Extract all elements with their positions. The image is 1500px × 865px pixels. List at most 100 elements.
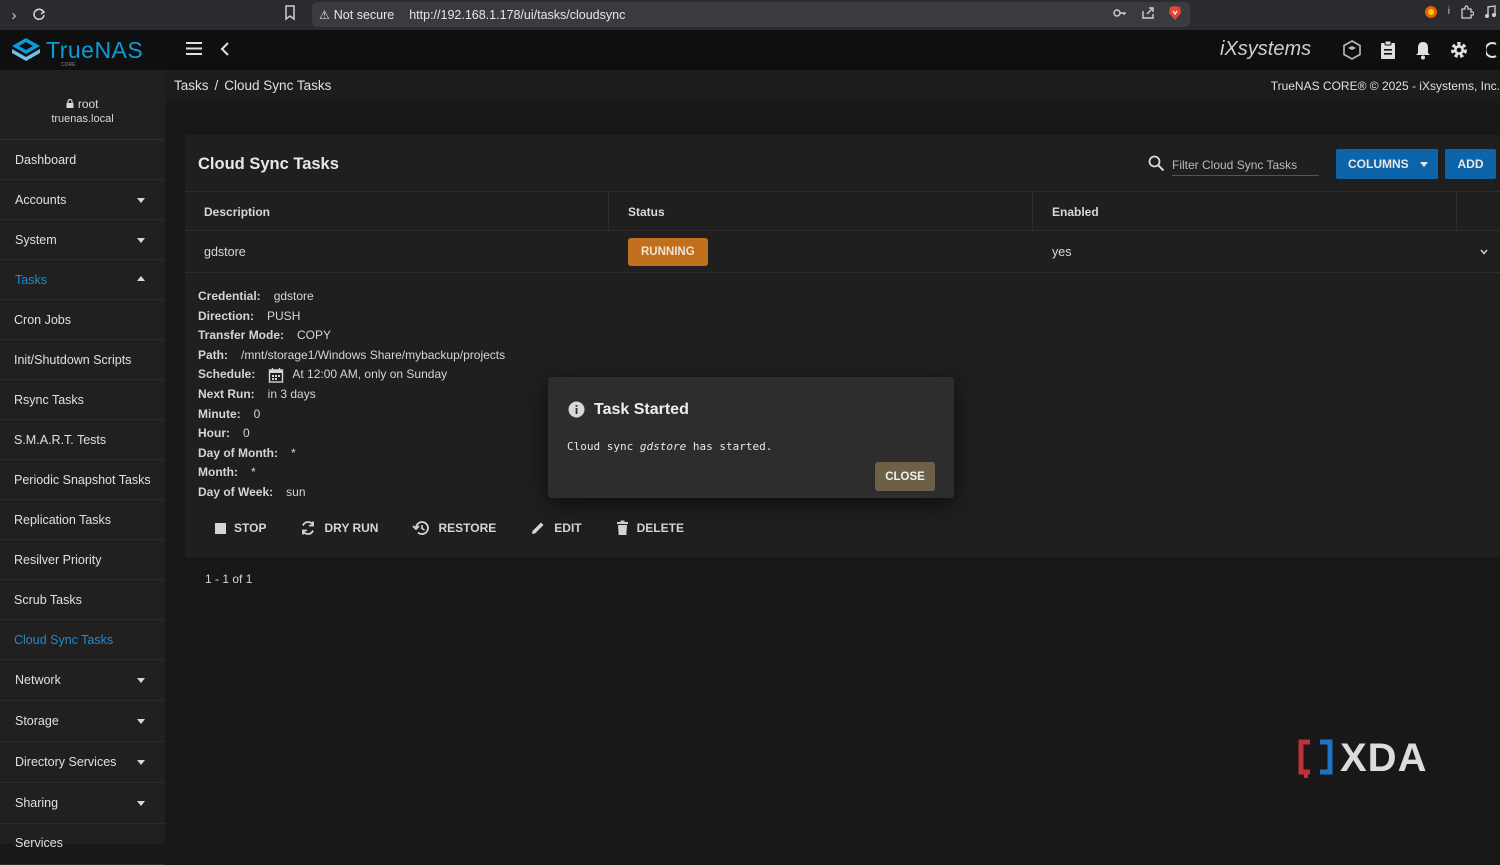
menu-icon[interactable] [186,42,202,60]
detail-value: COPY [297,328,332,343]
detail-credential: Credential: gdstore [198,287,505,307]
task-actions: STOP DRY RUN RESTORE EDIT DELETE [215,520,718,536]
page-title: Cloud Sync Tasks [198,155,339,173]
detail-label: Path: [198,347,228,362]
bookmark-icon[interactable] [284,5,296,26]
detail-label: Schedule: [198,367,256,382]
chevron-down-icon[interactable] [1480,244,1488,258]
sidebar-item-periodic-snapshot-tasks[interactable]: Periodic Snapshot Tasks [0,460,165,500]
sidebar-item-services[interactable]: Services [0,824,165,865]
column-header-enabled[interactable]: Enabled [1033,192,1457,232]
detail-minute: Minute: 0 [198,405,505,425]
share-icon[interactable] [1140,5,1156,24]
filter-input[interactable] [1172,154,1319,176]
status-badge[interactable]: RUNNING [628,238,708,266]
sidebar-item-dashboard[interactable]: Dashboard [0,140,165,180]
brave-shield-icon[interactable] [1168,5,1182,24]
detail-month: Month: * [198,463,505,483]
breadcrumb-parent[interactable]: Tasks [174,78,209,93]
search-icon [1148,155,1165,177]
detail-value: sun [286,484,306,499]
detail-label: Minute: [198,406,241,421]
security-label: Not secure [333,7,395,22]
sidebar-item-smart-tests[interactable]: S.M.A.R.T. Tests [0,420,165,460]
breadcrumb-separator: / [214,78,219,93]
collapse-sidebar-icon[interactable] [220,41,230,62]
stop-button[interactable]: STOP [215,520,266,536]
detail-label: Month: [198,465,238,480]
sidebar-item-directory-services[interactable]: Directory Services [0,742,165,783]
sidebar-item-cloud-sync-tasks[interactable]: Cloud Sync Tasks [0,620,165,660]
detail-value: /mnt/storage1/Windows Share/mybackup/pro… [241,347,506,362]
detail-direction: Direction: PUSH [198,307,505,327]
add-button[interactable]: ADD [1445,149,1496,179]
power-icon[interactable] [1484,40,1498,65]
sidebar-item-rsync-tasks[interactable]: Rsync Tasks [0,380,165,420]
columns-button[interactable]: COLUMNS [1336,149,1438,179]
sidebar-item-init-shutdown-scripts[interactable]: Init/Shutdown Scripts [0,340,165,380]
key-icon[interactable] [1112,5,1128,24]
sidebar-item-sharing[interactable]: Sharing [0,783,165,824]
detail-label: Hour: [198,426,230,441]
sidebar-item-label: S.M.A.R.T. Tests [14,432,107,447]
sidebar-item-tasks[interactable]: Tasks [0,260,165,300]
sidebar-item-label: Dashboard [15,152,77,167]
sidebar-item-system[interactable]: System [0,220,165,260]
extensions-puzzle-icon[interactable] [1460,5,1475,22]
detail-value: in 3 days [267,386,316,401]
detail-value: 0 [253,406,261,421]
address-bar[interactable]: ⚠ Not secure http://192.168.1.178/ui/tas… [312,2,1190,27]
music-icon[interactable] [1484,5,1496,22]
caret-down-icon [137,678,145,683]
sidebar-item-label: Cron Jobs [14,312,71,327]
caret-down-icon [137,719,145,724]
extension-badge-icon[interactable]: i [1448,5,1450,22]
sidebar-item-label: Network [15,673,61,687]
sidebar-item-resilver-priority[interactable]: Resilver Priority [0,540,165,580]
xda-watermark-text: XDA [1340,736,1428,780]
reload-icon[interactable] [27,3,51,27]
sidebar-item-cron-jobs[interactable]: Cron Jobs [0,300,165,340]
row-enabled: yes [1052,245,1072,259]
ixsystems-logo[interactable]: iXsystems [1220,38,1311,61]
restore-button[interactable]: RESTORE [412,520,496,536]
edit-button[interactable]: EDIT [530,520,582,536]
sidebar-item-storage[interactable]: Storage [0,701,165,742]
column-header-description[interactable]: Description [185,192,609,232]
app-topbar: TrueNAS CORE iXsystems [0,30,1500,70]
sidebar-item-label: Cloud Sync Tasks [14,632,114,647]
column-header-status[interactable]: Status [609,192,1033,232]
settings-gear-icon[interactable] [1449,40,1469,65]
user-name: root [77,97,99,111]
sidebar-item-scrub-tasks[interactable]: Scrub Tasks [0,580,165,620]
detail-day-of-week: Day of Week: sun [198,483,505,503]
dry-run-button[interactable]: DRY RUN [300,520,378,536]
task-manager-icon[interactable] [1379,40,1397,65]
task-started-dialog: Task Started Cloud sync gdstore has star… [548,377,954,498]
truecommand-icon[interactable] [1342,40,1362,65]
stop-icon [215,522,226,534]
delete-button[interactable]: DELETE [616,520,684,536]
breadcrumb: Tasks / Cloud Sync Tasks [174,78,331,93]
detail-hour: Hour: 0 [198,424,505,444]
sidebar-item-label: Accounts [15,192,67,207]
sync-icon [302,521,315,535]
detail-label: Next Run: [198,386,255,401]
info-icon [568,401,585,423]
sidebar-item-replication-tasks[interactable]: Replication Tasks [0,500,165,540]
warning-icon: ⚠ [319,7,330,22]
sidebar-item-label: Services [15,836,63,850]
notifications-bell-icon[interactable] [1414,40,1432,65]
sidebar: root truenas.local Dashboard Accounts Sy… [0,70,165,865]
url-text: http://192.168.1.178/ui/tasks/cloudsync [409,7,626,22]
truenas-logo[interactable]: TrueNAS CORE [10,36,143,68]
table-row[interactable]: gdstore RUNNING yes [185,231,1500,273]
extension-firefox-icon[interactable] [1424,5,1438,22]
sidebar-item-network[interactable]: Network [0,660,165,701]
close-button[interactable]: CLOSE [875,462,935,491]
sidebar-item-accounts[interactable]: Accounts [0,180,165,220]
detail-value: gdstore [273,289,314,303]
detail-label: Direction: [198,308,255,323]
caret-down-icon [137,198,145,203]
forward-icon[interactable]: › [2,3,26,27]
